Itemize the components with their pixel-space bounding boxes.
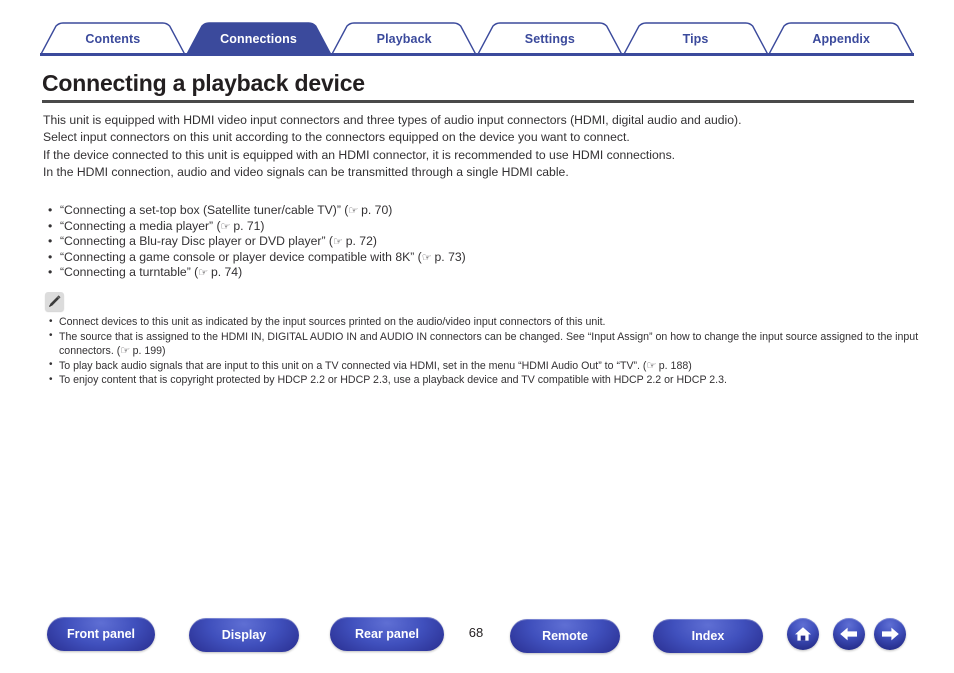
tab-appendix[interactable]: Appendix xyxy=(767,22,915,57)
bullet-icon: • xyxy=(48,234,53,249)
note-text: To play back audio signals that are inpu… xyxy=(59,359,647,372)
intro-paragraph: In the HDMI connection, audio and video … xyxy=(43,165,569,180)
closing-paren: ) xyxy=(461,249,466,264)
tab-playback[interactable]: Playback xyxy=(330,22,478,57)
bullet-icon: • xyxy=(49,315,53,327)
button-label: Index xyxy=(691,629,725,643)
list-item[interactable]: • “Connecting a turntable” (☞ p. 74) xyxy=(43,265,923,281)
closing-paren: ) xyxy=(688,359,692,372)
list-item-label: “Connecting a set-top box (Satellite tun… xyxy=(60,203,349,217)
closing-paren: ) xyxy=(238,265,243,280)
bullet-icon: • xyxy=(49,373,53,385)
page-reference[interactable]: p. 74 xyxy=(211,265,238,279)
forward-icon-button[interactable] xyxy=(874,618,906,650)
list-item[interactable]: • “Connecting a Blu-ray Disc player or DV… xyxy=(43,234,923,250)
note-list: • Connect devices to this unit as indicat… xyxy=(43,315,933,388)
list-item-label: “Connecting a game console or player dev… xyxy=(60,249,422,264)
arrow-right-icon xyxy=(879,625,901,643)
note-item: • The source that is assigned to the HDMI… xyxy=(43,330,933,359)
page-reference[interactable]: p. 73 xyxy=(435,250,462,264)
tab-settings[interactable]: Settings xyxy=(476,22,624,57)
page-reference[interactable]: p. 72 xyxy=(346,234,373,248)
back-icon-button[interactable] xyxy=(833,618,865,650)
tab-list: Contents Connections Playback Settings Tips A… xyxy=(39,22,915,57)
tab-label: Connections xyxy=(220,32,297,46)
related-topics-list: • “Connecting a set-top box (Satellite tu… xyxy=(43,203,923,281)
bullet-icon: • xyxy=(48,203,53,217)
bullet-icon: • xyxy=(49,359,53,371)
bullet-icon: • xyxy=(48,249,53,264)
button-label: Front panel xyxy=(66,627,136,641)
pointing-hand-icon: ☞ xyxy=(348,204,358,217)
rear-panel-button[interactable]: Rear panel xyxy=(330,617,444,651)
tab-connections[interactable]: Connections xyxy=(184,22,333,57)
bullet-icon: • xyxy=(49,330,53,342)
closing-paren: ) xyxy=(372,234,377,249)
tab-label: Tips xyxy=(682,32,709,46)
button-label: Rear panel xyxy=(355,627,419,641)
title-divider xyxy=(42,100,914,103)
list-item-label: “Connecting a Blu-ray Disc player or DVD… xyxy=(60,234,333,249)
bullet-icon: • xyxy=(48,265,53,280)
note-item: • Connect devices to this unit as indicat… xyxy=(43,315,933,330)
index-button[interactable]: Index xyxy=(653,619,763,653)
note-item: • To enjoy content that is copyright prot… xyxy=(43,373,933,388)
list-item-label: “Connecting a media player” ( xyxy=(60,218,221,233)
intro-paragraph: If the device connected to this unit is … xyxy=(43,147,676,162)
note-text: The source that is assigned to the HDMI … xyxy=(59,330,919,358)
list-item[interactable]: • “Connecting a media player” (☞ p. 71) xyxy=(43,219,923,235)
tab-label: Playback xyxy=(376,32,432,46)
tab-label: Appendix xyxy=(812,32,871,46)
pointing-hand-icon: ☞ xyxy=(198,266,208,280)
intro-paragraph: This unit is equipped with HDMI video in… xyxy=(43,113,742,127)
tab-label: Settings xyxy=(524,32,575,46)
pointing-hand-icon: ☞ xyxy=(332,235,343,249)
intro-paragraphs: This unit is equipped with HDMI video in… xyxy=(43,112,923,182)
page-reference[interactable]: p. 188 xyxy=(659,360,688,372)
tab-label: Contents xyxy=(85,32,141,46)
page-reference[interactable]: p. 199 xyxy=(133,345,162,357)
closing-paren: ) xyxy=(162,345,166,358)
remote-button[interactable]: Remote xyxy=(510,619,620,653)
page-number: 68 xyxy=(468,625,484,640)
bullet-icon: • xyxy=(48,218,53,233)
list-item-label: “Connecting a turntable” ( xyxy=(60,265,199,280)
tab-bar: Contents Connections Playback Settings Tips A… xyxy=(39,22,915,57)
pointing-hand-icon: ☞ xyxy=(421,250,432,264)
front-panel-button[interactable]: Front panel xyxy=(47,617,155,651)
button-label: Display xyxy=(221,628,267,642)
tab-contents[interactable]: Contents xyxy=(39,22,187,57)
closing-paren: ) xyxy=(388,203,393,217)
pointing-hand-icon: ☞ xyxy=(120,344,130,358)
display-button[interactable]: Display xyxy=(189,618,299,652)
page-reference[interactable]: p. 71 xyxy=(233,219,260,233)
arrow-left-icon xyxy=(838,625,860,643)
pointing-hand-icon: ☞ xyxy=(646,358,656,372)
closing-paren: ) xyxy=(260,218,265,233)
pointing-hand-icon: ☞ xyxy=(220,219,231,233)
tab-bar-baseline xyxy=(40,53,914,56)
tab-tips[interactable]: Tips xyxy=(621,22,770,57)
pencil-icon xyxy=(45,292,64,311)
intro-paragraph: Select input connectors on this unit acc… xyxy=(43,130,630,145)
button-label: Remote xyxy=(542,629,588,643)
footer-toolbar: Front panel Display Rear panel Remote Index … xyxy=(0,617,954,659)
note-text: Connect devices to this unit as indicate… xyxy=(59,316,606,328)
home-icon-button[interactable] xyxy=(787,618,819,650)
list-item[interactable]: • “Connecting a set-top box (Satellite tu… xyxy=(43,203,923,219)
note-text: To enjoy content that is copyright prote… xyxy=(59,374,727,387)
list-item[interactable]: • “Connecting a game console or player de… xyxy=(43,250,923,266)
note-item: • To play back audio signals that are inp… xyxy=(43,359,933,374)
page-title: Connecting a playback device xyxy=(42,70,365,96)
home-icon xyxy=(793,624,813,644)
page-reference[interactable]: p. 70 xyxy=(361,203,388,217)
